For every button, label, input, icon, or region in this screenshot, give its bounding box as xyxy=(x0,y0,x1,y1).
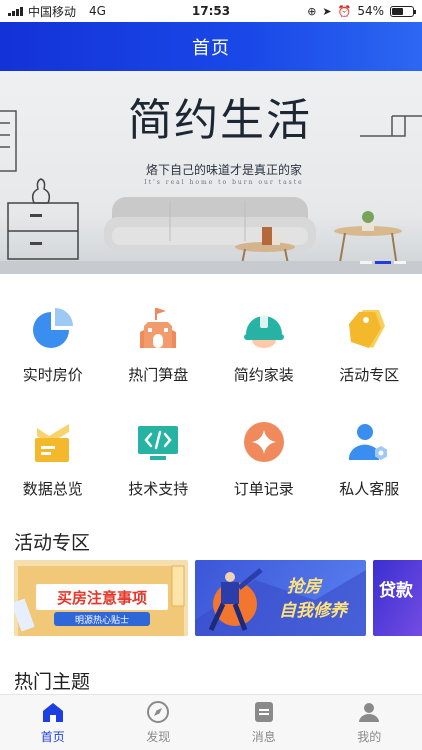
grid-item-realtime-price[interactable]: 实时房价 xyxy=(0,288,106,388)
promo-carousel[interactable]: 买房注意事项 明源热心贴士 抢房 自我修养 贷款 xyxy=(0,560,422,638)
promo-card[interactable]: 抢房 自我修养 xyxy=(195,560,366,636)
code-icon xyxy=(138,426,179,460)
home-icon xyxy=(42,703,63,722)
grid-label: 热门笋盘 xyxy=(128,366,189,384)
tag-icon xyxy=(349,310,386,348)
promo-card[interactable]: 买房注意事项 明源热心贴士 xyxy=(14,560,188,636)
profile-icon xyxy=(359,703,380,722)
grid-item-data-overview[interactable]: 数据总览 xyxy=(0,402,106,502)
promo-tag: 明源热心贴士 xyxy=(74,616,129,626)
tab-label: 我的 xyxy=(357,730,382,744)
tab-bar: 首页 发现 消息 我的 xyxy=(0,694,422,750)
tab-home[interactable]: 首页 xyxy=(0,695,106,750)
tab-label: 发现 xyxy=(146,730,171,744)
grid-label: 技术支持 xyxy=(128,480,189,498)
lock-rotation-icon: ⊕ xyxy=(307,4,317,18)
hero-banner[interactable]: 简约生活 烙下自己的味道才是真正的家 It's real home to bur… xyxy=(0,71,422,274)
carousel-dot-active xyxy=(375,261,391,264)
carousel-dot xyxy=(394,261,406,264)
promo-title: 买房注意事项 xyxy=(56,589,147,607)
page-title: 首页 xyxy=(192,37,230,59)
tab-discover[interactable]: 发现 xyxy=(106,695,212,750)
section-title-activity: 活动专区 xyxy=(14,532,91,554)
status-bar: 中国移动 4G 17:53 ⊕ ➤ ⏰ 54% xyxy=(0,0,422,22)
signal-icon xyxy=(8,6,23,16)
banner-subtitle: 烙下自己的味道才是真正的家 xyxy=(145,163,302,177)
grid-label: 简约家装 xyxy=(233,366,294,384)
network-label: 4G xyxy=(89,4,106,18)
battery-percent: 54% xyxy=(357,4,384,18)
tab-label: 消息 xyxy=(251,730,276,744)
carrier-label: 中国移动 xyxy=(28,4,77,19)
promo-title-line1: 抢房 xyxy=(287,577,321,597)
grid-item-tech-support[interactable]: 技术支持 xyxy=(106,402,212,502)
carousel-dot xyxy=(360,261,372,264)
coin-icon xyxy=(243,422,284,462)
promo-card[interactable]: 贷款 xyxy=(373,560,422,636)
tab-messages[interactable]: 消息 xyxy=(211,695,317,750)
carousel-indicator xyxy=(360,261,406,264)
status-left: 中国移动 4G xyxy=(8,3,106,20)
grid-label: 活动专区 xyxy=(339,366,400,384)
banner-subtitle-en: It's real home to burn our taste xyxy=(144,179,304,186)
tab-label: 首页 xyxy=(40,730,65,744)
building-icon xyxy=(140,308,177,348)
grid-label: 私人客服 xyxy=(339,480,400,498)
section-title-hot-topics: 热门主题 xyxy=(14,671,91,693)
grid-label: 实时房价 xyxy=(22,366,83,384)
battery-icon xyxy=(390,5,416,17)
grid-item-order-records[interactable]: 订单记录 xyxy=(211,402,317,502)
grid-label: 数据总览 xyxy=(22,480,83,498)
pie-chart-icon xyxy=(32,308,73,348)
grid-label: 订单记录 xyxy=(233,480,294,498)
compass-icon xyxy=(147,701,170,723)
grid-item-simple-decoration[interactable]: 简约家装 xyxy=(211,288,317,388)
feature-grid: 实时房价 热门笋盘 简约家装 活动专区 数据总览 技术支持 订单记录 私人客服 xyxy=(0,288,422,502)
grid-item-hot-listings[interactable]: 热门笋盘 xyxy=(106,288,212,388)
banner-headline: 简约生活 xyxy=(128,95,312,146)
status-right: ⊕ ➤ ⏰ 54% xyxy=(307,4,416,18)
grid-item-private-service[interactable]: 私人客服 xyxy=(317,402,422,502)
folder-icon xyxy=(34,424,69,462)
grid-item-activity-zone[interactable]: 活动专区 xyxy=(317,288,422,388)
nav-bar: 首页 xyxy=(0,22,422,71)
location-icon: ➤ xyxy=(322,4,332,18)
tab-profile[interactable]: 我的 xyxy=(317,695,422,750)
promo-title-line2: 自我修养 xyxy=(279,601,347,621)
user-settings-icon xyxy=(349,424,388,460)
promo-title: 贷款 xyxy=(379,581,413,601)
helmet-icon xyxy=(243,314,284,348)
message-icon xyxy=(254,702,273,722)
alarm-icon: ⏰ xyxy=(337,4,352,18)
